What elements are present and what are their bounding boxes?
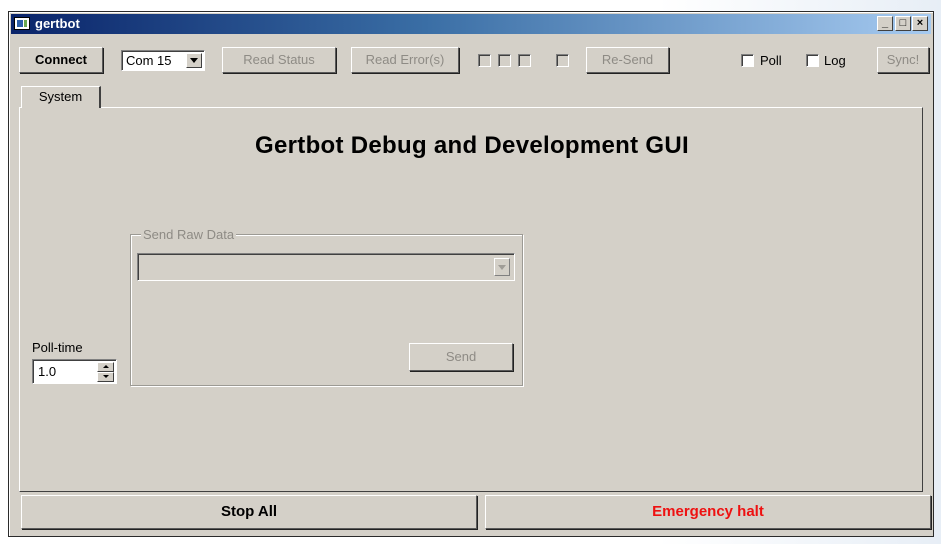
channel-checkbox-1[interactable] <box>478 54 491 67</box>
tab-system[interactable]: System <box>21 86 101 108</box>
read-status-button[interactable]: Read Status <box>222 47 336 73</box>
channel-checkbox-2[interactable] <box>498 54 511 67</box>
emergency-halt-button[interactable]: Emergency halt <box>485 495 931 529</box>
poll-label: Poll <box>760 53 782 68</box>
send-button[interactable]: Send <box>409 343 513 371</box>
channel-checkbox-4[interactable] <box>556 54 569 67</box>
stop-all-button[interactable]: Stop All <box>21 495 477 529</box>
app-window: gertbot _ □ × Connect Com 15 Read Status… <box>8 11 934 537</box>
app-icon <box>14 17 30 30</box>
poll-time-value: 1.0 <box>38 364 57 379</box>
connect-button[interactable]: Connect <box>19 47 103 73</box>
channel-checkbox-3[interactable] <box>518 54 531 67</box>
chevron-down-icon[interactable] <box>494 258 510 276</box>
raw-data-combobox[interactable] <box>137 253 515 281</box>
poll-time-spinner[interactable]: 1.0 <box>32 359 117 384</box>
send-raw-data-legend: Send Raw Data <box>141 227 237 242</box>
com-port-select[interactable]: Com 15 <box>121 50 205 71</box>
sync-button[interactable]: Sync! <box>877 47 929 73</box>
spin-up-icon[interactable] <box>97 362 114 372</box>
chevron-down-icon[interactable] <box>186 53 202 68</box>
poll-time-label: Poll-time <box>32 340 83 355</box>
poll-checkbox[interactable] <box>741 54 754 67</box>
page-title: Gertbot Debug and Development GUI <box>255 132 689 159</box>
minimize-button[interactable]: _ <box>877 16 893 31</box>
window-title: gertbot <box>35 16 80 31</box>
maximize-button[interactable]: □ <box>895 16 911 31</box>
close-button[interactable]: × <box>912 16 928 31</box>
log-checkbox[interactable] <box>806 54 819 67</box>
read-errors-button[interactable]: Read Error(s) <box>351 47 459 73</box>
resend-button[interactable]: Re-Send <box>586 47 669 73</box>
log-label: Log <box>824 53 846 68</box>
title-bar[interactable]: gertbot _ □ × <box>11 14 931 34</box>
spin-down-icon[interactable] <box>97 372 114 382</box>
com-port-value: Com 15 <box>126 53 172 68</box>
